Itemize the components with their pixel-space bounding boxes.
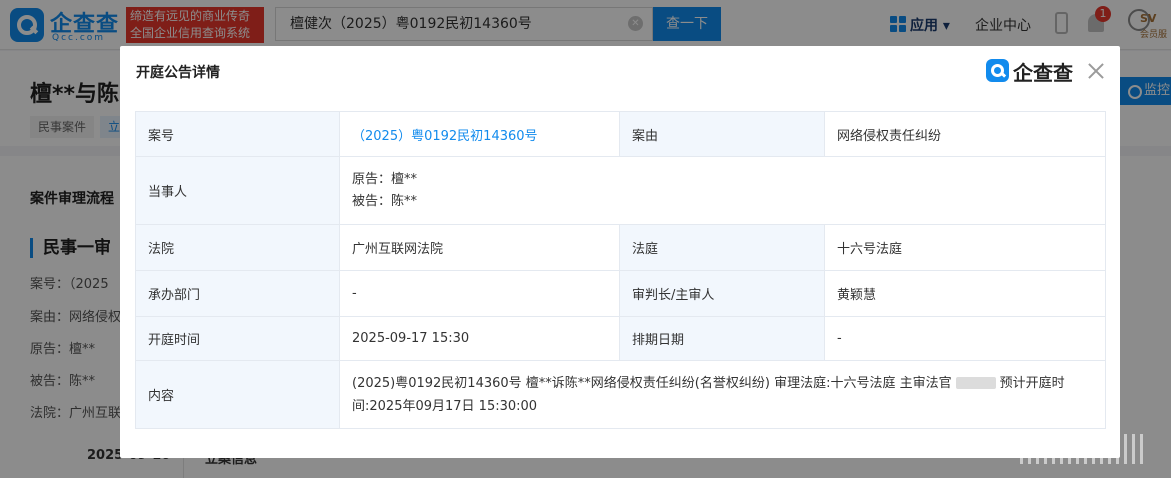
modal-title: 开庭公告详情 <box>136 65 220 81</box>
hearing-notice-modal: 开庭公告详情 企查查 案号 （2025）粤0192民初14360号 案由 网络侵… <box>120 46 1120 458</box>
case-no-cell: （2025）粤0192民初14360号 <box>339 111 620 157</box>
plaintiff-value: 原告：檀** <box>352 171 418 187</box>
case-no-link[interactable]: （2025）粤0192民初14360号 <box>352 129 538 144</box>
schedule-date-label: 排期日期 <box>619 316 825 361</box>
schedule-date-value: - <box>824 316 1106 361</box>
defendant-value: 被告：陈** <box>352 193 418 209</box>
courtroom-label: 法庭 <box>619 224 825 271</box>
cause-label: 案由 <box>619 111 825 157</box>
table-row: 案号 （2025）粤0192民初14360号 案由 网络侵权责任纠纷 <box>135 111 1106 157</box>
hearing-time-label: 开庭时间 <box>135 316 340 361</box>
table-row: 法院 广州互联网法院 法庭 十六号法庭 <box>135 224 1106 271</box>
magnifier-logo-icon <box>986 59 1009 82</box>
table-row: 承办部门 - 审判长/主审人 黄颖慧 <box>135 270 1106 317</box>
table-row: 内容 (2025)粤0192民初14360号 檀**诉陈**网络侵权责任纠纷(名… <box>135 360 1106 429</box>
department-label: 承办部门 <box>135 270 340 317</box>
close-icon[interactable] <box>1086 61 1106 81</box>
courtroom-value: 十六号法庭 <box>824 224 1106 271</box>
parties-label: 当事人 <box>135 156 340 225</box>
table-row: 当事人 原告：檀** 被告：陈** <box>135 156 1106 225</box>
redacted-name <box>955 377 996 389</box>
cause-value: 网络侵权责任纠纷 <box>824 111 1106 157</box>
judge-label: 审判长/主审人 <box>619 270 825 317</box>
department-value: - <box>339 270 620 317</box>
watermark-bars <box>1020 434 1155 464</box>
court-label: 法院 <box>135 224 340 271</box>
content-label: 内容 <box>135 360 340 429</box>
hearing-time-value: 2025-09-17 15:30 <box>339 316 620 361</box>
content-value: (2025)粤0192民初14360号 檀**诉陈**网络侵权责任纠纷(名誉权纠… <box>339 360 1106 429</box>
table-row: 开庭时间 2025-09-17 15:30 排期日期 - <box>135 316 1106 361</box>
hearing-detail-table: 案号 （2025）粤0192民初14360号 案由 网络侵权责任纠纷 当事人 原… <box>135 111 1106 429</box>
parties-value: 原告：檀** 被告：陈** <box>339 156 1106 225</box>
modal-logo-text: 企查查 <box>1013 61 1073 85</box>
court-value: 广州互联网法院 <box>339 224 620 271</box>
modal-logo: 企查查 <box>986 58 1080 85</box>
judge-value: 黄颖慧 <box>824 270 1106 317</box>
case-no-label: 案号 <box>135 111 340 157</box>
content-text-part-1: (2025)粤0192民初14360号 檀**诉陈**网络侵权责任纠纷(名誉权纠… <box>352 375 952 391</box>
